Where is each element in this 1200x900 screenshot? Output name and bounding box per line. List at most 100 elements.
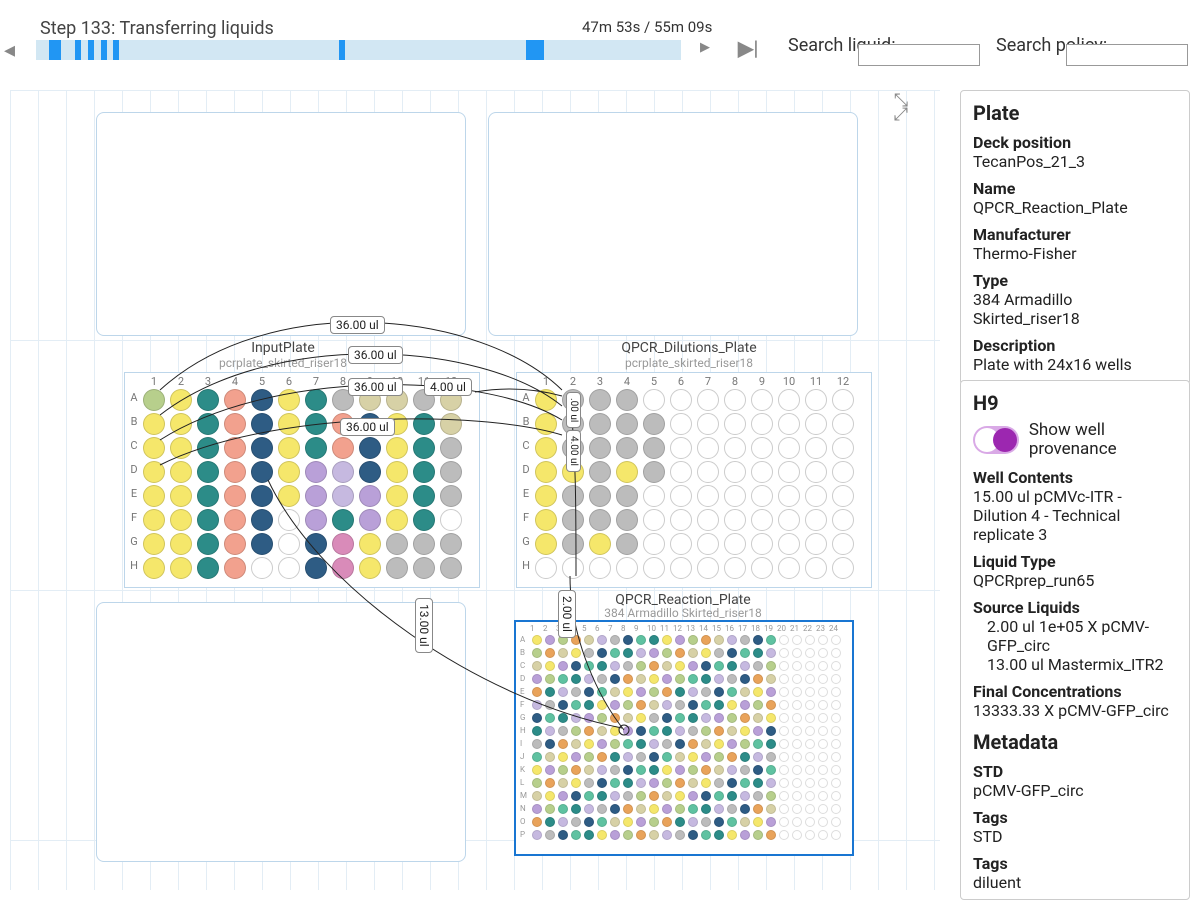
- well[interactable]: [675, 830, 685, 840]
- well[interactable]: [779, 817, 789, 827]
- well[interactable]: [714, 765, 724, 775]
- well[interactable]: [649, 791, 659, 801]
- well[interactable]: [571, 817, 581, 827]
- well[interactable]: [610, 752, 620, 762]
- well[interactable]: [571, 726, 581, 736]
- well[interactable]: [697, 509, 719, 531]
- well[interactable]: [714, 752, 724, 762]
- well[interactable]: [792, 804, 802, 814]
- well[interactable]: [197, 509, 219, 531]
- well[interactable]: [831, 687, 841, 697]
- well[interactable]: [727, 674, 737, 684]
- well[interactable]: [143, 533, 165, 555]
- well[interactable]: [197, 437, 219, 459]
- well[interactable]: [332, 557, 354, 579]
- well[interactable]: [589, 557, 611, 579]
- deck-view[interactable]: ⤡⤢ InputPlate pcrplate_skirted_riser18 1…: [10, 90, 940, 890]
- well[interactable]: [597, 817, 607, 827]
- well[interactable]: [649, 778, 659, 788]
- well[interactable]: [727, 713, 737, 723]
- well[interactable]: [662, 752, 672, 762]
- well[interactable]: [740, 791, 750, 801]
- well[interactable]: [649, 661, 659, 671]
- well[interactable]: [805, 661, 815, 671]
- well[interactable]: [597, 713, 607, 723]
- well[interactable]: [778, 437, 800, 459]
- well[interactable]: [532, 791, 542, 801]
- well[interactable]: [636, 739, 646, 749]
- well[interactable]: [535, 413, 557, 435]
- well[interactable]: [597, 752, 607, 762]
- well[interactable]: [589, 437, 611, 459]
- well[interactable]: [766, 661, 776, 671]
- well[interactable]: [805, 726, 815, 736]
- well[interactable]: [610, 700, 620, 710]
- well[interactable]: [753, 804, 763, 814]
- well[interactable]: [675, 804, 685, 814]
- well[interactable]: [751, 461, 773, 483]
- well[interactable]: [714, 739, 724, 749]
- well[interactable]: [792, 635, 802, 645]
- well[interactable]: [688, 648, 698, 658]
- well[interactable]: [584, 791, 594, 801]
- well[interactable]: [623, 635, 633, 645]
- well[interactable]: [623, 700, 633, 710]
- well[interactable]: [792, 778, 802, 788]
- well[interactable]: [714, 648, 724, 658]
- well[interactable]: [818, 674, 828, 684]
- well[interactable]: [636, 778, 646, 788]
- well[interactable]: [766, 791, 776, 801]
- well[interactable]: [701, 804, 711, 814]
- well[interactable]: [701, 778, 711, 788]
- well[interactable]: [532, 765, 542, 775]
- well[interactable]: [818, 726, 828, 736]
- well[interactable]: [727, 739, 737, 749]
- well[interactable]: [545, 778, 555, 788]
- well[interactable]: [616, 557, 638, 579]
- well[interactable]: [649, 687, 659, 697]
- timeline-prev-icon[interactable]: ◂: [4, 38, 15, 63]
- well[interactable]: [623, 726, 633, 736]
- well[interactable]: [616, 485, 638, 507]
- well[interactable]: [584, 739, 594, 749]
- well[interactable]: [714, 791, 724, 801]
- well[interactable]: [643, 437, 665, 459]
- well[interactable]: [532, 648, 542, 658]
- well[interactable]: [701, 700, 711, 710]
- well[interactable]: [251, 533, 273, 555]
- well[interactable]: [751, 437, 773, 459]
- well[interactable]: [649, 830, 659, 840]
- well[interactable]: [740, 752, 750, 762]
- well[interactable]: [701, 830, 711, 840]
- well[interactable]: [636, 817, 646, 827]
- provenance-toggle[interactable]: [973, 426, 1019, 454]
- well[interactable]: [143, 413, 165, 435]
- well[interactable]: [831, 752, 841, 762]
- well[interactable]: [818, 661, 828, 671]
- well[interactable]: [688, 765, 698, 775]
- well[interactable]: [584, 830, 594, 840]
- well[interactable]: [170, 485, 192, 507]
- well[interactable]: [545, 726, 555, 736]
- well[interactable]: [558, 648, 568, 658]
- well[interactable]: [697, 533, 719, 555]
- timeline-next-icon[interactable]: ▶: [700, 40, 710, 55]
- well[interactable]: [545, 648, 555, 658]
- well[interactable]: [727, 687, 737, 697]
- well[interactable]: [818, 830, 828, 840]
- well[interactable]: [170, 557, 192, 579]
- well[interactable]: [610, 713, 620, 723]
- well[interactable]: [701, 739, 711, 749]
- well[interactable]: [727, 752, 737, 762]
- well[interactable]: [197, 461, 219, 483]
- well[interactable]: [701, 765, 711, 775]
- well[interactable]: [688, 661, 698, 671]
- well[interactable]: [649, 713, 659, 723]
- well[interactable]: [688, 674, 698, 684]
- well[interactable]: [562, 485, 584, 507]
- well[interactable]: [779, 635, 789, 645]
- well[interactable]: [688, 713, 698, 723]
- well[interactable]: [662, 791, 672, 801]
- well[interactable]: [675, 700, 685, 710]
- well[interactable]: [610, 817, 620, 827]
